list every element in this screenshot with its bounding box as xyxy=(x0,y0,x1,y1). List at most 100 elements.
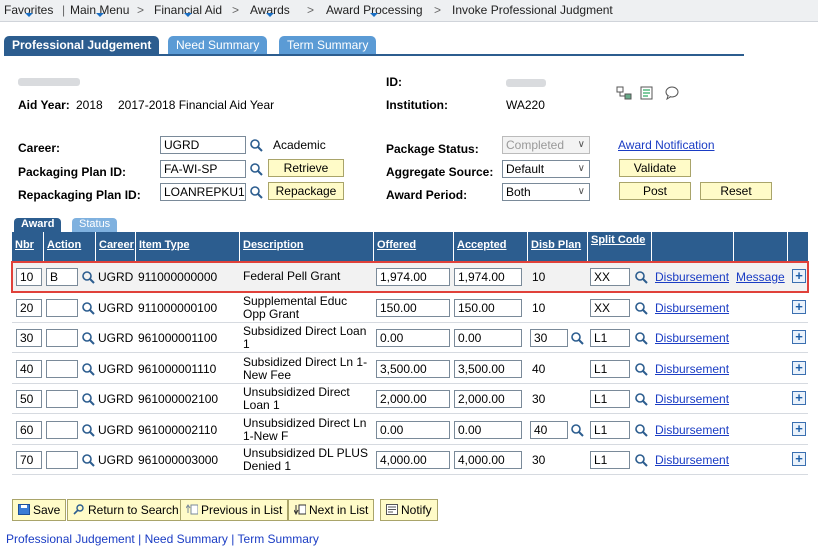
tab-need-summary[interactable]: Need Summary xyxy=(168,36,268,55)
award-notification-link[interactable]: Award Notification xyxy=(618,138,715,152)
accepted-field[interactable]: 0.00 xyxy=(454,329,522,347)
search-icon[interactable] xyxy=(249,185,263,199)
column-header-nbr[interactable]: Nbr xyxy=(12,232,44,262)
grid-tab-award[interactable]: Award xyxy=(14,218,62,232)
add-row-icon[interactable]: + xyxy=(792,361,806,375)
footer-link-need-summary[interactable]: Need Summary xyxy=(145,532,228,546)
grid-tab-status[interactable]: Status xyxy=(72,218,118,232)
action-field[interactable] xyxy=(46,299,78,317)
message-link[interactable]: Message xyxy=(736,270,785,284)
career-input[interactable]: UGRD xyxy=(160,136,246,154)
offered-field[interactable]: 1,974.00 xyxy=(376,268,450,286)
action-field[interactable] xyxy=(46,360,78,378)
split-code-field[interactable]: L1 xyxy=(590,421,630,439)
accepted-field[interactable]: 3,500.00 xyxy=(454,360,522,378)
search-icon[interactable] xyxy=(81,270,95,284)
search-icon[interactable] xyxy=(81,331,95,345)
column-header-description[interactable]: Description xyxy=(240,232,374,262)
search-icon[interactable] xyxy=(81,453,95,467)
disbursement-link[interactable]: Disbursement xyxy=(655,423,729,437)
split-code-field[interactable]: L1 xyxy=(590,451,630,469)
add-row-icon[interactable]: + xyxy=(792,391,806,405)
add-row-icon[interactable]: + xyxy=(792,330,806,344)
disbursement-link[interactable]: Disbursement xyxy=(655,331,729,345)
footer-link-term-summary[interactable]: Term Summary xyxy=(238,532,319,546)
action-field[interactable] xyxy=(46,390,78,408)
disbursement-link[interactable]: Disbursement xyxy=(655,362,729,376)
search-icon[interactable] xyxy=(249,138,263,152)
column-header-item-type[interactable]: Item Type xyxy=(136,232,240,262)
award-period-select[interactable]: Both ∨ xyxy=(502,183,590,201)
column-header-offered[interactable]: Offered xyxy=(374,232,454,262)
add-row-icon[interactable]: + xyxy=(792,452,806,466)
org-chart-icon[interactable] xyxy=(616,86,632,100)
offered-field[interactable]: 3,500.00 xyxy=(376,360,450,378)
packaging-plan-input[interactable]: FA-WI-SP xyxy=(160,160,246,178)
split-code-field[interactable]: L1 xyxy=(590,360,630,378)
validate-button[interactable]: Validate xyxy=(619,159,691,177)
add-row-icon[interactable]: + xyxy=(792,422,806,436)
accepted-field[interactable]: 0.00 xyxy=(454,421,522,439)
add-row-icon[interactable]: + xyxy=(792,300,806,314)
action-field[interactable]: B xyxy=(46,268,78,286)
search-icon[interactable] xyxy=(634,301,648,315)
retrieve-button[interactable]: Retrieve xyxy=(268,159,344,177)
offered-field[interactable]: 4,000.00 xyxy=(376,451,450,469)
accepted-field[interactable]: 4,000.00 xyxy=(454,451,522,469)
next-in-list-button[interactable]: Next in List xyxy=(288,499,375,521)
search-icon[interactable] xyxy=(634,270,648,284)
nbr-field[interactable]: 30 xyxy=(16,329,42,347)
disbursement-link[interactable]: Disbursement xyxy=(655,270,729,284)
nbr-field[interactable]: 40 xyxy=(16,360,42,378)
repackage-button[interactable]: Repackage xyxy=(268,182,344,200)
accepted-field[interactable]: 1,974.00 xyxy=(454,268,522,286)
split-code-field[interactable]: XX xyxy=(590,299,630,317)
breadcrumb-main-menu[interactable]: Main Menu xyxy=(70,3,129,17)
post-button[interactable]: Post xyxy=(619,182,691,200)
tab-professional-judgement[interactable]: Professional Judgement xyxy=(4,36,160,55)
disbursement-link[interactable]: Disbursement xyxy=(655,453,729,467)
split-code-field[interactable]: XX xyxy=(590,268,630,286)
column-header-split-code[interactable]: Split Code xyxy=(588,232,652,262)
search-icon[interactable] xyxy=(249,162,263,176)
search-icon[interactable] xyxy=(81,362,95,376)
offered-field[interactable]: 0.00 xyxy=(376,329,450,347)
disbursement-link[interactable]: Disbursement xyxy=(655,301,729,315)
search-icon[interactable] xyxy=(634,453,648,467)
nbr-field[interactable]: 70 xyxy=(16,451,42,469)
column-header-action[interactable]: Action xyxy=(44,232,96,262)
breadcrumb-award-processing[interactable]: Award Processing xyxy=(326,3,423,17)
save-button[interactable]: Save xyxy=(12,499,67,521)
search-icon[interactable] xyxy=(634,331,648,345)
accepted-field[interactable]: 150.00 xyxy=(454,299,522,317)
previous-in-list-button[interactable]: Previous in List xyxy=(180,499,289,521)
comments-icon[interactable] xyxy=(664,86,680,100)
action-field[interactable] xyxy=(46,421,78,439)
aggregate-source-select[interactable]: Default ∨ xyxy=(502,160,590,178)
column-header-accepted[interactable]: Accepted xyxy=(454,232,528,262)
breadcrumb-favorites[interactable]: Favorites xyxy=(4,3,53,17)
nbr-field[interactable]: 10 xyxy=(16,268,42,286)
action-field[interactable] xyxy=(46,451,78,469)
notify-button[interactable]: Notify xyxy=(380,499,438,521)
search-icon[interactable] xyxy=(570,331,584,345)
nbr-field[interactable]: 20 xyxy=(16,299,42,317)
search-icon[interactable] xyxy=(570,423,584,437)
repackaging-plan-input[interactable]: LOANREPKU1 xyxy=(160,183,246,201)
return-to-search-button[interactable]: Return to Search xyxy=(67,499,185,521)
breadcrumb-financial-aid[interactable]: Financial Aid xyxy=(154,3,222,17)
disbursement-link[interactable]: Disbursement xyxy=(655,392,729,406)
nbr-field[interactable]: 50 xyxy=(16,390,42,408)
action-field[interactable] xyxy=(46,329,78,347)
notes-icon[interactable] xyxy=(640,86,654,100)
search-icon[interactable] xyxy=(81,423,95,437)
search-icon[interactable] xyxy=(634,423,648,437)
search-icon[interactable] xyxy=(81,301,95,315)
split-code-field[interactable]: L1 xyxy=(590,329,630,347)
accepted-field[interactable]: 2,000.00 xyxy=(454,390,522,408)
column-header-career[interactable]: Career xyxy=(96,232,136,262)
split-code-field[interactable]: L1 xyxy=(590,390,630,408)
breadcrumb-awards[interactable]: Awards xyxy=(250,3,290,17)
reset-button[interactable]: Reset xyxy=(700,182,772,200)
column-header-disb-plan[interactable]: Disb Plan xyxy=(528,232,588,262)
